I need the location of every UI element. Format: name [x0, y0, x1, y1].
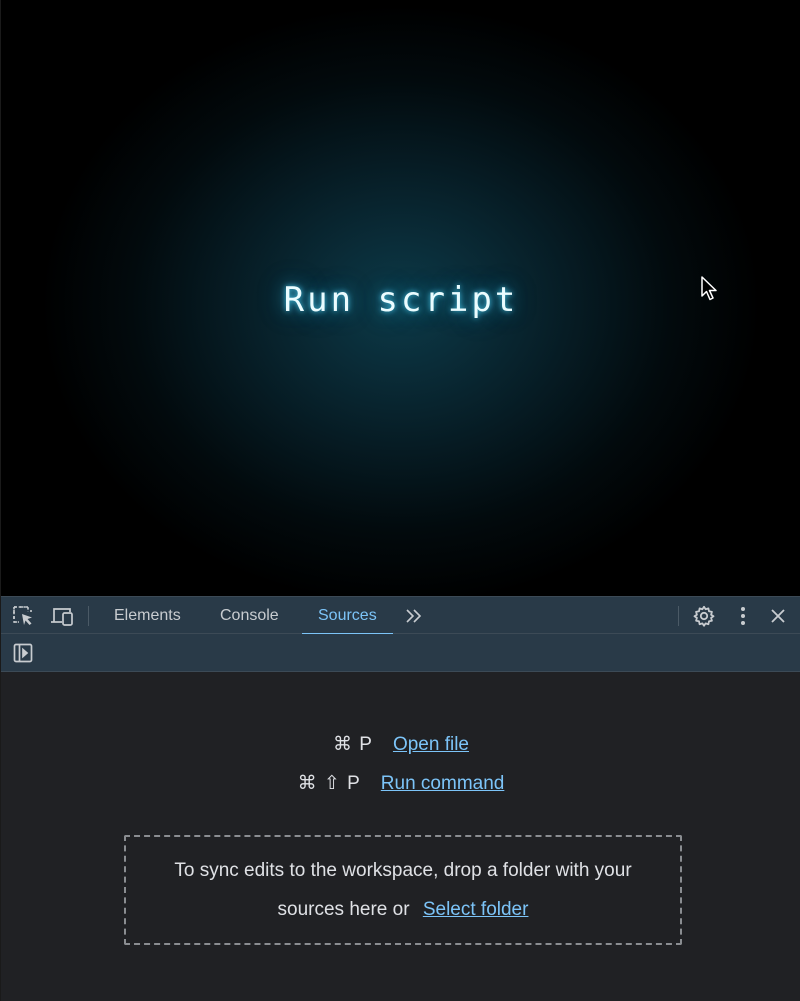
chevron-double-right-icon[interactable]	[397, 597, 431, 634]
devtools-panel: Elements Console Sources ⌘ P Open file ⌘…	[0, 596, 800, 1001]
close-icon[interactable]	[761, 597, 795, 634]
mouse-pointer-icon	[701, 276, 717, 301]
workspace-hint-prefix: sources here or	[277, 899, 410, 920]
toolbar-divider	[678, 606, 679, 626]
workspace-drop-zone[interactable]: To sync edits to the workspace, drop a f…	[124, 835, 682, 945]
shortcut-keys: ⌘ ⇧ P	[297, 773, 361, 794]
tab-elements[interactable]: Elements	[98, 597, 197, 634]
select-folder-link[interactable]: Select folder	[423, 899, 529, 920]
open-file-shortcut: ⌘ P Open file	[1, 733, 800, 756]
workspace-hint-line2: sources here or Select folder	[278, 890, 529, 929]
devtools-tabbar: Elements Console Sources	[1, 596, 800, 635]
kebab-menu-icon[interactable]	[726, 597, 760, 634]
sources-empty-state: ⌘ P Open file ⌘ ⇧ P Run command To sync …	[1, 673, 800, 1001]
tab-console[interactable]: Console	[204, 597, 295, 634]
toolbar-divider	[88, 606, 89, 626]
show-navigator-icon[interactable]	[6, 634, 40, 671]
run-command-link[interactable]: Run command	[381, 773, 505, 795]
workspace-hint-line1: To sync edits to the workspace, drop a f…	[174, 860, 632, 881]
tab-sources[interactable]: Sources	[302, 597, 393, 635]
inspect-element-icon[interactable]	[6, 597, 40, 634]
run-command-shortcut: ⌘ ⇧ P Run command	[1, 772, 800, 795]
device-toolbar-icon[interactable]	[45, 597, 79, 634]
sources-subtoolbar	[1, 634, 800, 672]
open-file-link[interactable]: Open file	[393, 734, 469, 756]
run-script-button[interactable]: Run script	[1, 280, 800, 320]
page-viewport: Run script	[0, 0, 800, 596]
shortcut-keys: ⌘ P	[333, 734, 373, 755]
gear-icon[interactable]	[687, 597, 721, 634]
